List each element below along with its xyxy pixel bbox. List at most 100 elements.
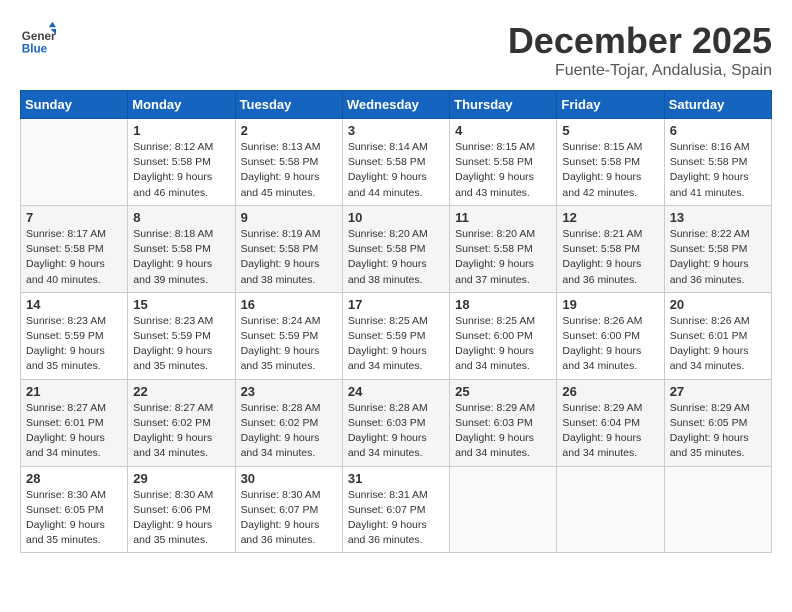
calendar-week-row: 21Sunrise: 8:27 AMSunset: 6:01 PMDayligh…: [21, 379, 772, 466]
calendar-cell: 16Sunrise: 8:24 AMSunset: 5:59 PMDayligh…: [235, 292, 342, 379]
weekday-header: Wednesday: [342, 91, 449, 119]
calendar-week-row: 7 Sunrise: 8:17 AMSunset: 5:58 PMDaylight…: [21, 205, 772, 292]
cell-sun-info: Sunrise: 8:21 AMSunset: 5:58 PMDaylight:…: [562, 227, 658, 288]
weekday-header: Sunday: [21, 91, 128, 119]
cell-sun-info: Sunrise: 8:27 AMSunset: 6:01 PMDaylight:…: [26, 401, 122, 462]
calendar-cell: [21, 119, 128, 206]
day-number: 24: [348, 384, 444, 399]
cell-sun-info: Sunrise: 8:16 AMSunset: 5:58 PMDaylight:…: [670, 140, 766, 201]
calendar-cell: 26 Sunrise: 8:29 AMSunset: 6:04 PMDayligh…: [557, 379, 664, 466]
day-number: 22: [133, 384, 229, 399]
calendar-cell: 6 Sunrise: 8:16 AMSunset: 5:58 PMDaylight…: [664, 119, 771, 206]
day-number: 29: [133, 471, 229, 486]
day-number: 25: [455, 384, 551, 399]
calendar-cell: 8 Sunrise: 8:18 AMSunset: 5:58 PMDaylight…: [128, 205, 235, 292]
day-number: 11: [455, 210, 551, 225]
calendar-cell: 4 Sunrise: 8:15 AMSunset: 5:58 PMDaylight…: [450, 119, 557, 206]
cell-sun-info: Sunrise: 8:26 AMSunset: 6:00 PMDaylight:…: [562, 314, 658, 375]
day-number: 30: [241, 471, 337, 486]
day-number: 1: [133, 123, 229, 138]
calendar-cell: 15 Sunrise: 8:23 AMSunset: 5:59 PMDayligh…: [128, 292, 235, 379]
cell-sun-info: Sunrise: 8:19 AMSunset: 5:58 PMDaylight:…: [241, 227, 337, 288]
day-number: 13: [670, 210, 766, 225]
calendar-cell: 29 Sunrise: 8:30 AMSunset: 6:06 PMDayligh…: [128, 466, 235, 553]
day-number: 18: [455, 297, 551, 312]
cell-sun-info: Sunrise: 8:29 AMSunset: 6:03 PMDaylight:…: [455, 401, 551, 462]
calendar-cell: 5 Sunrise: 8:15 AMSunset: 5:58 PMDaylight…: [557, 119, 664, 206]
calendar-cell: 21Sunrise: 8:27 AMSunset: 6:01 PMDayligh…: [21, 379, 128, 466]
day-number: 5: [562, 123, 658, 138]
day-number: 8: [133, 210, 229, 225]
day-number: 10: [348, 210, 444, 225]
location-title: Fuente-Tojar, Andalusia, Spain: [508, 62, 772, 80]
day-number: 14: [26, 297, 122, 312]
month-title: December 2025: [508, 20, 772, 62]
cell-sun-info: Sunrise: 8:15 AMSunset: 5:58 PMDaylight:…: [562, 140, 658, 201]
calendar-cell: 30 Sunrise: 8:30 AMSunset: 6:07 PMDayligh…: [235, 466, 342, 553]
cell-sun-info: Sunrise: 8:30 AMSunset: 6:06 PMDaylight:…: [133, 488, 229, 549]
day-number: 9: [241, 210, 337, 225]
calendar-cell: 24 Sunrise: 8:28 AMSunset: 6:03 PMDayligh…: [342, 379, 449, 466]
day-number: 26: [562, 384, 658, 399]
weekday-header: Friday: [557, 91, 664, 119]
cell-sun-info: Sunrise: 8:20 AMSunset: 5:58 PMDaylight:…: [348, 227, 444, 288]
calendar-cell: 2Sunrise: 8:13 AMSunset: 5:58 PMDaylight…: [235, 119, 342, 206]
calendar-week-row: 14 Sunrise: 8:23 AMSunset: 5:59 PMDayligh…: [21, 292, 772, 379]
day-number: 4: [455, 123, 551, 138]
cell-sun-info: Sunrise: 8:30 AMSunset: 6:05 PMDaylight:…: [26, 488, 122, 549]
day-number: 27: [670, 384, 766, 399]
calendar-cell: 19Sunrise: 8:26 AMSunset: 6:00 PMDayligh…: [557, 292, 664, 379]
cell-sun-info: Sunrise: 8:18 AMSunset: 5:58 PMDaylight:…: [133, 227, 229, 288]
cell-sun-info: Sunrise: 8:27 AMSunset: 6:02 PMDaylight:…: [133, 401, 229, 462]
day-number: 17: [348, 297, 444, 312]
cell-sun-info: Sunrise: 8:28 AMSunset: 6:02 PMDaylight:…: [241, 401, 337, 462]
calendar-cell: [557, 466, 664, 553]
cell-sun-info: Sunrise: 8:29 AMSunset: 6:04 PMDaylight:…: [562, 401, 658, 462]
calendar-cell: 28 Sunrise: 8:30 AMSunset: 6:05 PMDayligh…: [21, 466, 128, 553]
day-number: 2: [241, 123, 337, 138]
svg-text:General: General: [22, 30, 56, 43]
calendar-cell: 31Sunrise: 8:31 AMSunset: 6:07 PMDayligh…: [342, 466, 449, 553]
weekday-header: Thursday: [450, 91, 557, 119]
calendar-week-row: 1 Sunrise: 8:12 AMSunset: 5:58 PMDaylight…: [21, 119, 772, 206]
logo: General Blue: [20, 20, 60, 56]
header: General Blue December 2025 Fuente-Tojar,…: [20, 20, 772, 80]
cell-sun-info: Sunrise: 8:25 AMSunset: 6:00 PMDaylight:…: [455, 314, 551, 375]
cell-sun-info: Sunrise: 8:25 AMSunset: 5:59 PMDaylight:…: [348, 314, 444, 375]
day-number: 28: [26, 471, 122, 486]
cell-sun-info: Sunrise: 8:15 AMSunset: 5:58 PMDaylight:…: [455, 140, 551, 201]
calendar-cell: 17 Sunrise: 8:25 AMSunset: 5:59 PMDayligh…: [342, 292, 449, 379]
cell-sun-info: Sunrise: 8:22 AMSunset: 5:58 PMDaylight:…: [670, 227, 766, 288]
calendar-cell: 7 Sunrise: 8:17 AMSunset: 5:58 PMDaylight…: [21, 205, 128, 292]
cell-sun-info: Sunrise: 8:17 AMSunset: 5:58 PMDaylight:…: [26, 227, 122, 288]
calendar-week-row: 28 Sunrise: 8:30 AMSunset: 6:05 PMDayligh…: [21, 466, 772, 553]
day-number: 7: [26, 210, 122, 225]
calendar-cell: 10 Sunrise: 8:20 AMSunset: 5:58 PMDayligh…: [342, 205, 449, 292]
weekday-header-row: SundayMondayTuesdayWednesdayThursdayFrid…: [21, 91, 772, 119]
calendar-cell: 20Sunrise: 8:26 AMSunset: 6:01 PMDayligh…: [664, 292, 771, 379]
logo-icon: General Blue: [20, 20, 56, 56]
calendar-cell: 22 Sunrise: 8:27 AMSunset: 6:02 PMDayligh…: [128, 379, 235, 466]
cell-sun-info: Sunrise: 8:29 AMSunset: 6:05 PMDaylight:…: [670, 401, 766, 462]
calendar: SundayMondayTuesdayWednesdayThursdayFrid…: [20, 90, 772, 553]
cell-sun-info: Sunrise: 8:14 AMSunset: 5:58 PMDaylight:…: [348, 140, 444, 201]
cell-sun-info: Sunrise: 8:28 AMSunset: 6:03 PMDaylight:…: [348, 401, 444, 462]
day-number: 16: [241, 297, 337, 312]
svg-text:Blue: Blue: [22, 42, 48, 55]
cell-sun-info: Sunrise: 8:23 AMSunset: 5:59 PMDaylight:…: [26, 314, 122, 375]
day-number: 15: [133, 297, 229, 312]
day-number: 20: [670, 297, 766, 312]
day-number: 23: [241, 384, 337, 399]
day-number: 3: [348, 123, 444, 138]
day-number: 6: [670, 123, 766, 138]
title-area: December 2025 Fuente-Tojar, Andalusia, S…: [508, 20, 772, 80]
calendar-cell: 1 Sunrise: 8:12 AMSunset: 5:58 PMDaylight…: [128, 119, 235, 206]
calendar-cell: 13 Sunrise: 8:22 AMSunset: 5:58 PMDayligh…: [664, 205, 771, 292]
weekday-header: Tuesday: [235, 91, 342, 119]
weekday-header: Monday: [128, 91, 235, 119]
cell-sun-info: Sunrise: 8:12 AMSunset: 5:58 PMDaylight:…: [133, 140, 229, 201]
cell-sun-info: Sunrise: 8:23 AMSunset: 5:59 PMDaylight:…: [133, 314, 229, 375]
calendar-cell: 25 Sunrise: 8:29 AMSunset: 6:03 PMDayligh…: [450, 379, 557, 466]
calendar-cell: 14 Sunrise: 8:23 AMSunset: 5:59 PMDayligh…: [21, 292, 128, 379]
cell-sun-info: Sunrise: 8:30 AMSunset: 6:07 PMDaylight:…: [241, 488, 337, 549]
